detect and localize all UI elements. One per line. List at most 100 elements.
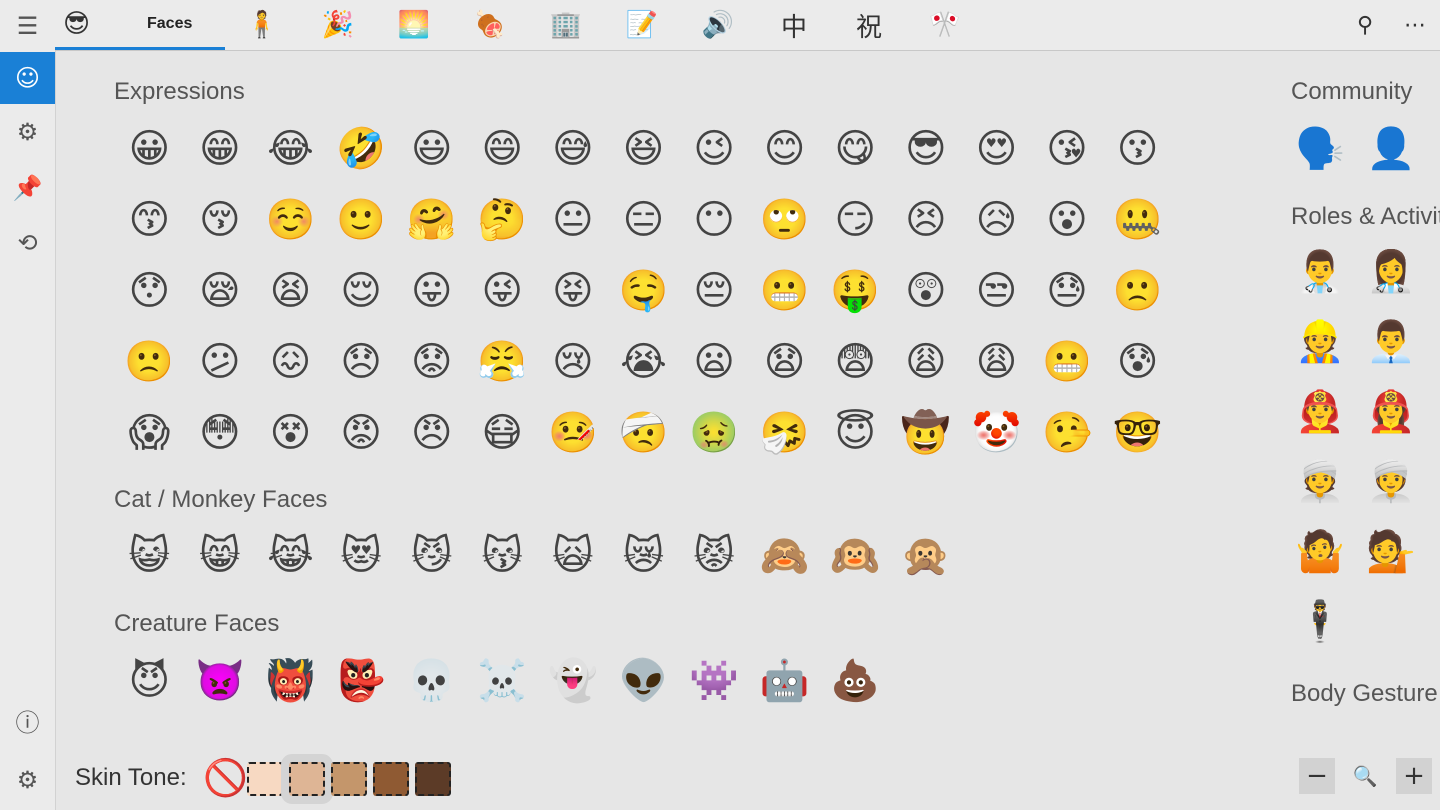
emoji-cell[interactable]: 🤣 bbox=[326, 113, 397, 184]
emoji-cell[interactable]: 😽 bbox=[467, 520, 538, 591]
emoji-cell[interactable]: 😦 bbox=[679, 326, 750, 397]
emoji-cell[interactable]: 😄 bbox=[467, 113, 538, 184]
emoji-cell[interactable]: 😾 bbox=[679, 520, 750, 591]
emoji-cell[interactable]: 😤 bbox=[467, 326, 538, 397]
emoji-cell[interactable]: 🗣️ bbox=[1295, 119, 1345, 179]
emoji-cell[interactable]: 👻 bbox=[538, 645, 609, 716]
emoji-cell[interactable]: 😼 bbox=[396, 520, 467, 591]
more-options-button[interactable]: ⋯ bbox=[1395, 0, 1435, 50]
emoji-cell[interactable]: 🙈 bbox=[749, 520, 820, 591]
tab-celebration[interactable]: 🎉 bbox=[313, 0, 363, 50]
emoji-cell[interactable]: 😓 bbox=[1032, 255, 1103, 326]
emoji-cell[interactable]: 🤓 bbox=[1102, 397, 1173, 468]
emoji-cell[interactable]: 🤑 bbox=[820, 255, 891, 326]
tab-congratulations[interactable]: 祝 bbox=[844, 0, 894, 50]
emoji-cell[interactable]: 💩 bbox=[820, 645, 891, 716]
emoji-cell[interactable]: 😩 bbox=[891, 326, 962, 397]
emoji-cell[interactable]: 😱 bbox=[114, 397, 185, 468]
tab-people[interactable]: 🧍 bbox=[237, 0, 287, 50]
emoji-cell[interactable]: 😂 bbox=[255, 113, 326, 184]
emoji-cell[interactable]: 😵 bbox=[255, 397, 326, 468]
skin-tone-swatch[interactable] bbox=[373, 762, 409, 796]
emoji-cell[interactable]: 😸 bbox=[185, 520, 256, 591]
emoji-cell[interactable]: 🤐 bbox=[1102, 184, 1173, 255]
emoji-cell[interactable]: 🙀 bbox=[538, 520, 609, 591]
emoji-cell[interactable]: 😻 bbox=[326, 520, 397, 591]
emoji-cell[interactable]: 👨‍⚕️ bbox=[1295, 242, 1345, 302]
no-skin-tone-button[interactable]: 🚫 bbox=[203, 760, 248, 798]
emoji-cell[interactable]: 👽 bbox=[608, 645, 679, 716]
emoji-cell[interactable]: 😒 bbox=[961, 255, 1032, 326]
rail-item-pinned[interactable]: 📌 bbox=[0, 162, 55, 214]
emoji-cell[interactable]: 🤒 bbox=[538, 397, 609, 468]
rail-item-history[interactable]: ⟲ bbox=[0, 217, 55, 269]
emoji-cell[interactable]: 😯 bbox=[114, 255, 185, 326]
emoji-cell[interactable]: 🙂 bbox=[326, 184, 397, 255]
skin-tone-swatch[interactable] bbox=[247, 762, 283, 796]
emoji-cell[interactable]: 😇 bbox=[820, 397, 891, 468]
emoji-cell[interactable]: 💁 bbox=[1366, 522, 1416, 582]
emoji-cell[interactable]: ☠️ bbox=[467, 645, 538, 716]
skin-tone-swatch[interactable] bbox=[415, 762, 451, 796]
emoji-cell[interactable]: 😪 bbox=[185, 255, 256, 326]
emoji-cell[interactable]: 👩‍⚕️ bbox=[1366, 242, 1416, 302]
emoji-cell[interactable]: 👾 bbox=[679, 645, 750, 716]
emoji-cell[interactable]: 🤡 bbox=[961, 397, 1032, 468]
emoji-cell[interactable]: 😭 bbox=[608, 326, 679, 397]
emoji-cell[interactable]: 😅 bbox=[538, 113, 609, 184]
emoji-cell[interactable]: 😍 bbox=[961, 113, 1032, 184]
tab-ideographs[interactable]: 中 bbox=[769, 0, 819, 50]
emoji-cell[interactable]: 🤥 bbox=[1032, 397, 1103, 468]
search-button[interactable]: ⚲ bbox=[1345, 0, 1385, 50]
emoji-cell[interactable]: 🤖 bbox=[749, 645, 820, 716]
emoji-cell[interactable]: 😝 bbox=[538, 255, 609, 326]
emoji-cell[interactable]: 😁 bbox=[185, 113, 256, 184]
emoji-cell[interactable]: 😔 bbox=[679, 255, 750, 326]
rail-item-symbols[interactable]: ⚙ bbox=[0, 106, 55, 158]
emoji-cell[interactable]: 😚 bbox=[185, 184, 256, 255]
emoji-cell[interactable]: ☺️ bbox=[255, 184, 326, 255]
info-button[interactable]: ⓘ bbox=[0, 697, 55, 749]
emoji-cell[interactable]: 😫 bbox=[255, 255, 326, 326]
tab-objects[interactable]: 📝 bbox=[617, 0, 667, 50]
emoji-cell[interactable]: 🙁 bbox=[1102, 255, 1173, 326]
emoji-cell[interactable]: 😠 bbox=[396, 397, 467, 468]
emoji-cell[interactable]: 🙁 bbox=[114, 326, 185, 397]
emoji-cell[interactable]: 😧 bbox=[749, 326, 820, 397]
tab-places[interactable]: 🏢 bbox=[541, 0, 591, 50]
emoji-cell[interactable]: 👤 bbox=[1366, 119, 1416, 179]
emoji-cell[interactable]: 😜 bbox=[467, 255, 538, 326]
emoji-cell[interactable]: 😋 bbox=[820, 113, 891, 184]
tab-faces[interactable]: 😎 Faces bbox=[55, 0, 225, 50]
tab-flags[interactable]: 🎌 bbox=[920, 0, 970, 50]
emoji-cell[interactable]: 😞 bbox=[326, 326, 397, 397]
tab-nature[interactable]: 🌅 bbox=[389, 0, 439, 50]
emoji-cell[interactable]: 😬 bbox=[1032, 326, 1103, 397]
emoji-cell[interactable]: 😕 bbox=[185, 326, 256, 397]
emoji-cell[interactable]: 😢 bbox=[538, 326, 609, 397]
emoji-cell[interactable]: 👷 bbox=[1295, 312, 1345, 372]
emoji-cell[interactable]: 🕴️ bbox=[1295, 592, 1345, 652]
emoji-cell[interactable]: 🤠 bbox=[891, 397, 962, 468]
emoji-cell[interactable]: 😨 bbox=[820, 326, 891, 397]
emoji-cell[interactable]: 👺 bbox=[326, 645, 397, 716]
emoji-cell[interactable]: 😶 bbox=[679, 184, 750, 255]
emoji-cell[interactable]: 🤗 bbox=[396, 184, 467, 255]
emoji-cell[interactable]: 😃 bbox=[396, 113, 467, 184]
emoji-cell[interactable]: 😀 bbox=[114, 113, 185, 184]
tab-symbols[interactable]: 🔊 bbox=[693, 0, 743, 50]
emoji-cell[interactable]: 👳‍♀️ bbox=[1366, 452, 1416, 512]
emoji-cell[interactable]: 🤤 bbox=[608, 255, 679, 326]
tab-food[interactable]: 🍖 bbox=[465, 0, 515, 50]
hamburger-menu-icon[interactable]: ☰ bbox=[0, 0, 55, 52]
emoji-cell[interactable]: 😌 bbox=[326, 255, 397, 326]
emoji-cell[interactable]: 🤷 bbox=[1295, 522, 1345, 582]
emoji-cell[interactable]: 😏 bbox=[820, 184, 891, 255]
emoji-cell[interactable]: 😊 bbox=[749, 113, 820, 184]
emoji-cell[interactable]: 😰 bbox=[1102, 326, 1173, 397]
emoji-cell[interactable]: 😮 bbox=[1032, 184, 1103, 255]
emoji-cell[interactable]: 💀 bbox=[396, 645, 467, 716]
emoji-cell[interactable]: 🤧 bbox=[749, 397, 820, 468]
emoji-cell[interactable]: 👩‍🚒 bbox=[1366, 382, 1416, 442]
emoji-cell[interactable]: 😷 bbox=[467, 397, 538, 468]
